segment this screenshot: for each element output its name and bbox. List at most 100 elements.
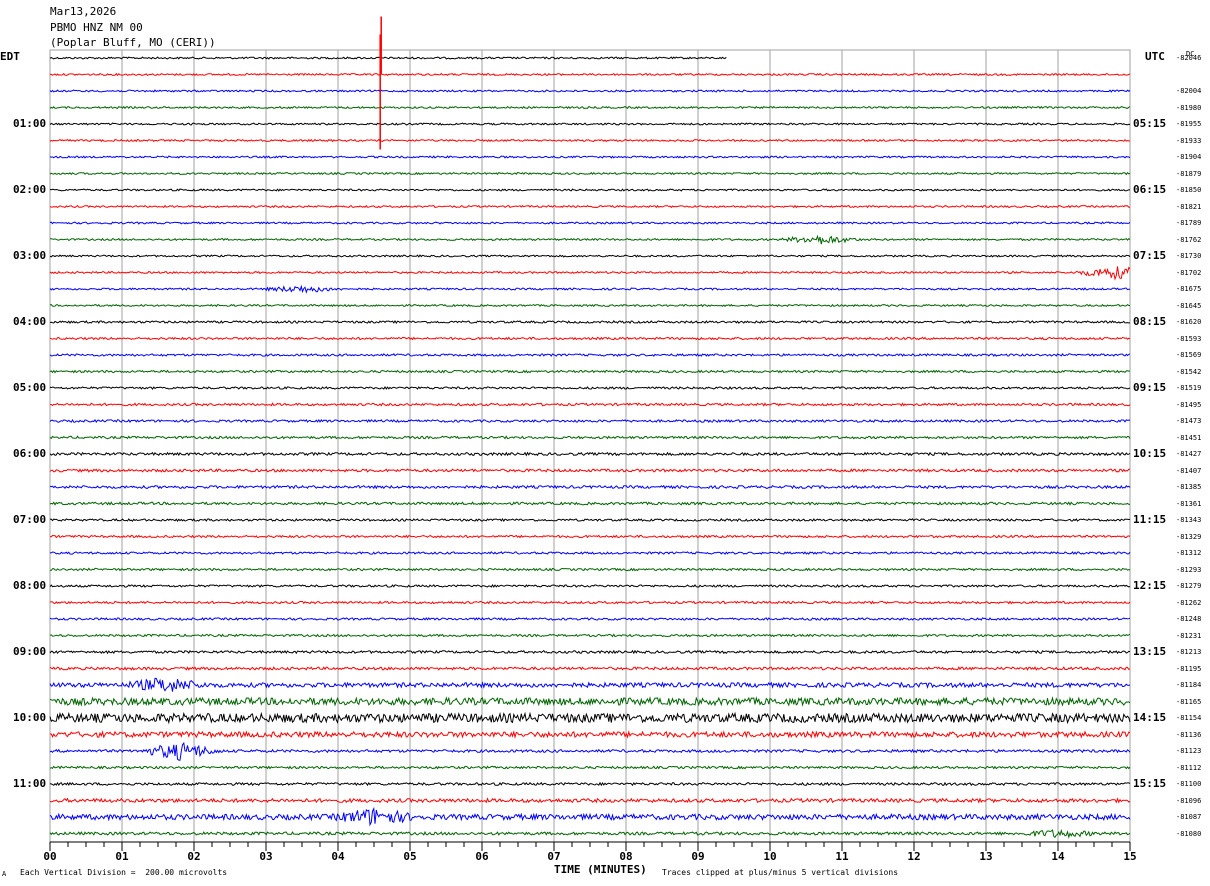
dc-offset-label: -81361 bbox=[1176, 499, 1202, 508]
right-hour-label: 05:15 bbox=[1133, 117, 1167, 130]
trace-row bbox=[49, 234, 1131, 245]
trace-row bbox=[49, 188, 1131, 192]
trace-row bbox=[49, 666, 1131, 671]
trace-row bbox=[49, 551, 1131, 555]
trace-row bbox=[49, 369, 1131, 374]
trace-row bbox=[49, 122, 1131, 126]
dc-offset-label: -81879 bbox=[1176, 169, 1202, 178]
dc-offset-label: -81096 bbox=[1176, 796, 1202, 805]
trace-row bbox=[49, 320, 1131, 325]
trace-row bbox=[49, 584, 1131, 588]
x-tick-label: 10 bbox=[763, 850, 776, 863]
dc-offset-label: -81495 bbox=[1176, 400, 1202, 409]
dc-offset-label: -81165 bbox=[1176, 697, 1202, 706]
dc-offset-label: -81080 bbox=[1176, 829, 1202, 838]
dc-offset-label: -81821 bbox=[1176, 202, 1202, 211]
left-zone-label: EDT bbox=[0, 50, 20, 63]
x-tick-label: 08 bbox=[619, 850, 632, 863]
dc-offset-label: -81980 bbox=[1176, 103, 1202, 112]
corner-mark: A bbox=[2, 870, 7, 878]
dc-offset-label: -81087 bbox=[1176, 813, 1202, 821]
right-hour-label: 09:15 bbox=[1133, 381, 1167, 394]
trace-row bbox=[49, 741, 1131, 761]
dc-offset-label: -81248 bbox=[1176, 615, 1202, 623]
trace-row bbox=[49, 484, 1131, 490]
dc-offset-label: -82046 bbox=[1176, 54, 1202, 62]
trace-row bbox=[49, 518, 1131, 523]
right-hour-label: 12:15 bbox=[1133, 579, 1167, 592]
dc-offset-label: -81343 bbox=[1176, 516, 1202, 524]
x-tick-label: 04 bbox=[331, 850, 345, 863]
left-hour-label: 03:00 bbox=[13, 249, 47, 262]
trace-row bbox=[49, 56, 727, 60]
dc-offset-label: -81231 bbox=[1176, 631, 1202, 640]
trace-row bbox=[49, 402, 1131, 407]
dc-offset-label: -81312 bbox=[1176, 549, 1202, 557]
trace-row bbox=[49, 105, 1131, 110]
right-hour-label: 14:15 bbox=[1133, 711, 1167, 724]
dc-offset-label: -81154 bbox=[1176, 714, 1202, 722]
x-tick-label: 13 bbox=[979, 850, 992, 863]
x-tick-label: 11 bbox=[835, 850, 849, 863]
trace-row bbox=[49, 677, 1131, 692]
trace-row bbox=[49, 468, 1130, 473]
x-tick-label: 07 bbox=[547, 850, 560, 863]
seismic-traces bbox=[49, 16, 1131, 839]
trace-row bbox=[49, 204, 1131, 209]
time-grid bbox=[49, 49, 1131, 843]
left-hour-label: 06:00 bbox=[13, 447, 47, 460]
x-tick-label: 05 bbox=[403, 850, 416, 863]
trace-row bbox=[49, 534, 1131, 539]
dc-offset-label: -81407 bbox=[1176, 466, 1202, 475]
helicorder-plot: 00 01 02 03 04 05 06 07 08 09 10 11 12 13 14 15 bbox=[43, 16, 1137, 863]
dc-offset-label: -81123 bbox=[1176, 747, 1202, 755]
left-hour-label: 08:00 bbox=[13, 579, 47, 592]
dc-offset-label: -81279 bbox=[1176, 582, 1202, 590]
trace-row bbox=[49, 765, 1131, 770]
dc-offset-label: -81675 bbox=[1176, 285, 1202, 293]
trace-row bbox=[49, 649, 1131, 655]
dc-offset-label: -81262 bbox=[1176, 598, 1202, 607]
scale-note: Each Vertical Division = 200.00 microvol… bbox=[20, 868, 228, 877]
dc-offset-label: -81329 bbox=[1176, 532, 1202, 541]
x-tick-label: 09 bbox=[691, 850, 704, 863]
x-axis: 00 01 02 03 04 05 06 07 08 09 10 11 12 13 14 15 bbox=[43, 841, 1137, 863]
right-hour-label: 13:15 bbox=[1133, 645, 1167, 658]
dc-offset-label: -81293 bbox=[1176, 565, 1202, 574]
dc-offset-label: -81473 bbox=[1176, 417, 1202, 425]
dc-offset-label: -81100 bbox=[1176, 780, 1202, 788]
trace-row bbox=[49, 711, 1131, 725]
trace-row bbox=[49, 89, 1131, 93]
clip-note: Traces clipped at plus/minus 5 vertical … bbox=[662, 868, 899, 877]
trace-row bbox=[49, 451, 1131, 457]
right-hour-label: 08:15 bbox=[1133, 315, 1167, 328]
trace-row bbox=[49, 633, 1131, 638]
x-tick-label: 12 bbox=[907, 850, 920, 863]
trace-row bbox=[49, 501, 1131, 506]
dc-offset-label: -81933 bbox=[1176, 136, 1202, 145]
dc-offset-label: -82004 bbox=[1176, 87, 1202, 95]
dc-offset-label: -81427 bbox=[1176, 450, 1202, 458]
left-hour-label: 11:00 bbox=[13, 777, 47, 790]
x-tick-label: 03 bbox=[259, 850, 272, 863]
trace-row bbox=[49, 72, 1131, 77]
x-tick-label: 14 bbox=[1051, 850, 1065, 863]
station-label: PBMO HNZ NM 00 bbox=[50, 21, 143, 34]
trace-row bbox=[49, 828, 1131, 839]
x-axis-title: TIME (MINUTES) bbox=[554, 863, 647, 876]
trace-row bbox=[49, 155, 1131, 159]
right-hour-label: 10:15 bbox=[1133, 447, 1167, 460]
trace-row bbox=[49, 567, 1131, 572]
trace-row bbox=[50, 600, 1131, 605]
left-hour-label: 05:00 bbox=[13, 381, 47, 394]
x-tick-label: 02 bbox=[187, 850, 200, 863]
dc-offset-label: -81789 bbox=[1176, 219, 1202, 227]
trace-row bbox=[49, 435, 1131, 440]
x-tick-label: 00 bbox=[43, 850, 56, 863]
trace-row bbox=[49, 336, 1131, 341]
trace-row bbox=[49, 221, 1131, 225]
x-tick-label: 06 bbox=[475, 850, 489, 863]
left-hour-label: 10:00 bbox=[13, 711, 47, 724]
dc-offset-label: -81762 bbox=[1176, 235, 1202, 244]
left-hour-label: 01:00 bbox=[13, 117, 47, 130]
